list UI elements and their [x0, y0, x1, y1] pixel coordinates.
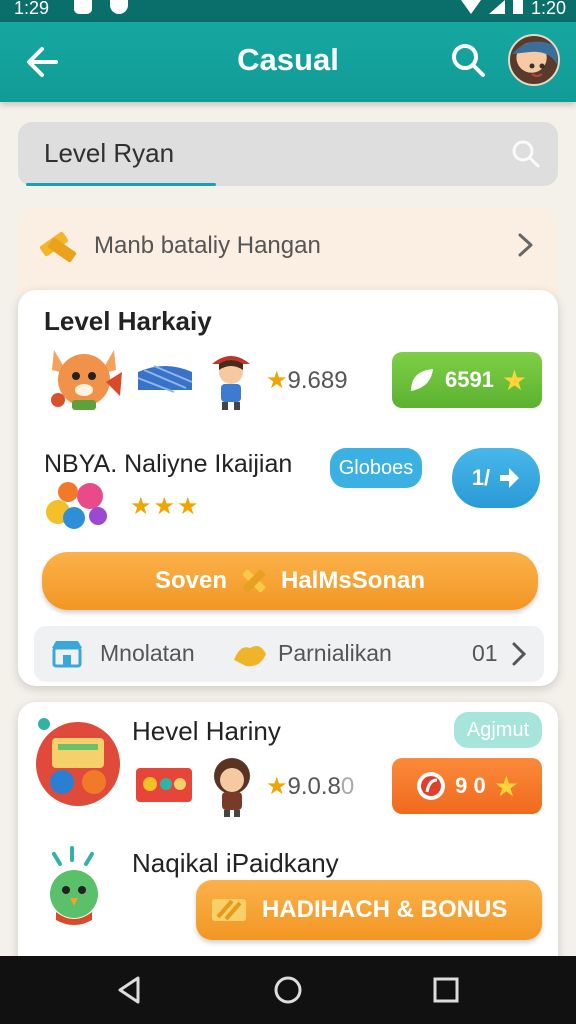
star-icon: ★ — [266, 773, 288, 800]
footer-left-label: Mnolatan — [100, 640, 195, 666]
gold-hand-icon — [234, 646, 266, 667]
girl-character-icon-2 — [214, 758, 250, 817]
promo-banner[interactable]: Manb bataliy Hangan — [18, 208, 558, 294]
search-underline — [26, 183, 216, 186]
chevron-right-icon[interactable] — [512, 230, 538, 260]
promo-text: Manb bataliy Hangan — [94, 232, 321, 259]
gold-bars-icon — [39, 231, 77, 263]
arrow-right-icon — [500, 468, 520, 488]
home-circle-icon[interactable] — [272, 974, 304, 1006]
status-time-right: 1:20 — [530, 0, 566, 18]
rating-value-last: 0 — [340, 773, 355, 800]
app-bar: Casual — [0, 22, 576, 102]
search-input[interactable]: Level Ryan — [18, 122, 558, 186]
signal-icon — [488, 0, 505, 14]
avatar[interactable] — [508, 34, 560, 86]
game-title-2[interactable]: NBYA. Naliyne Ikaijian — [44, 450, 292, 479]
girl-character-icon — [212, 356, 250, 410]
bonus-cta-label: HADIHACH & BONUS — [262, 896, 508, 923]
status-badge: Agjmut — [454, 712, 542, 748]
page-title: Casual — [237, 42, 339, 77]
search-icon[interactable] — [448, 40, 488, 80]
rating-2: ★9.0.80 — [266, 772, 354, 801]
rating: ★9.689 — [266, 366, 348, 395]
leaf-icon — [410, 369, 433, 391]
game-card-2: Hevel Hariny Agjmut ★9.0.80 9 0 ★ Naqika… — [18, 702, 558, 962]
status-icons: 1:20 — [460, 0, 566, 18]
star-icon: ★ — [266, 367, 288, 394]
notification-icon-2 — [110, 0, 128, 14]
footer-count: 01 — [472, 640, 498, 666]
footer-right-label: Parnialikan — [278, 640, 392, 666]
star-icon: ★ — [153, 493, 178, 520]
star-icon: ★ — [130, 493, 154, 520]
cta-right-label: HalMsSonan — [281, 567, 426, 594]
next-button-label: 1/ — [471, 465, 491, 490]
wifi-icon — [460, 0, 481, 14]
game-card-1: Level Harkaiy ★9.689 6591 ★ NBYA. Naliyn… — [18, 290, 558, 686]
star-icon: ★ — [177, 493, 201, 520]
parrot-character-icon — [50, 846, 98, 925]
back-triangle-icon[interactable] — [114, 974, 146, 1006]
search-icon[interactable] — [510, 138, 542, 170]
chevron-right-icon — [512, 642, 527, 666]
medal-icon — [417, 772, 446, 800]
candy-balls-icon — [46, 482, 107, 529]
game-title[interactable]: Level Harkaiy — [44, 306, 212, 337]
bonus-cta-button[interactable]: HADIHACH & BONUS — [196, 880, 542, 940]
rating-value: 9.0.8 — [287, 773, 341, 800]
blue-box-icon — [137, 365, 193, 393]
category-tag[interactable]: Globoes — [330, 448, 422, 488]
profile-avatar-icon — [512, 41, 558, 77]
search-input-value: Level Ryan — [44, 138, 175, 168]
star-icon: ★ — [501, 364, 528, 396]
game-title-3[interactable]: Hevel Hariny — [132, 716, 281, 747]
gift-card-icon — [136, 768, 192, 802]
cta-left-label: Soven — [154, 567, 227, 594]
game-title-4[interactable]: Naqikal iPaidkany — [132, 848, 339, 879]
system-nav-bar — [0, 956, 576, 1024]
play-button-orange[interactable]: 9 0 ★ — [392, 758, 542, 814]
star-icon: ★ — [493, 770, 519, 802]
gold-bars-icon — [212, 899, 246, 921]
notification-icon — [74, 0, 92, 14]
play-button-label: 6591 — [444, 367, 494, 392]
card-footer-row[interactable]: Mnolatan Parnialikan 01 — [34, 626, 544, 682]
food-bowl-icon — [36, 718, 120, 806]
rating-value: 9.689 — [287, 367, 348, 394]
fox-character-icon — [51, 350, 122, 410]
status-time: 1:29 — [14, 0, 50, 18]
crossed-bars-icon — [242, 569, 266, 593]
store-icon — [52, 641, 82, 668]
star-rating: ★★★ — [130, 492, 201, 521]
battery-icon — [512, 0, 523, 14]
play-button-green[interactable]: 6591 ★ — [392, 352, 542, 408]
status-bar: 1:29 1:20 — [0, 0, 576, 22]
next-button[interactable]: 1/ — [452, 448, 540, 508]
play-button-label: 9 0 — [455, 773, 486, 798]
play-cta-button[interactable]: Soven HalMsSonan — [42, 552, 538, 610]
recents-square-icon[interactable] — [430, 974, 462, 1006]
